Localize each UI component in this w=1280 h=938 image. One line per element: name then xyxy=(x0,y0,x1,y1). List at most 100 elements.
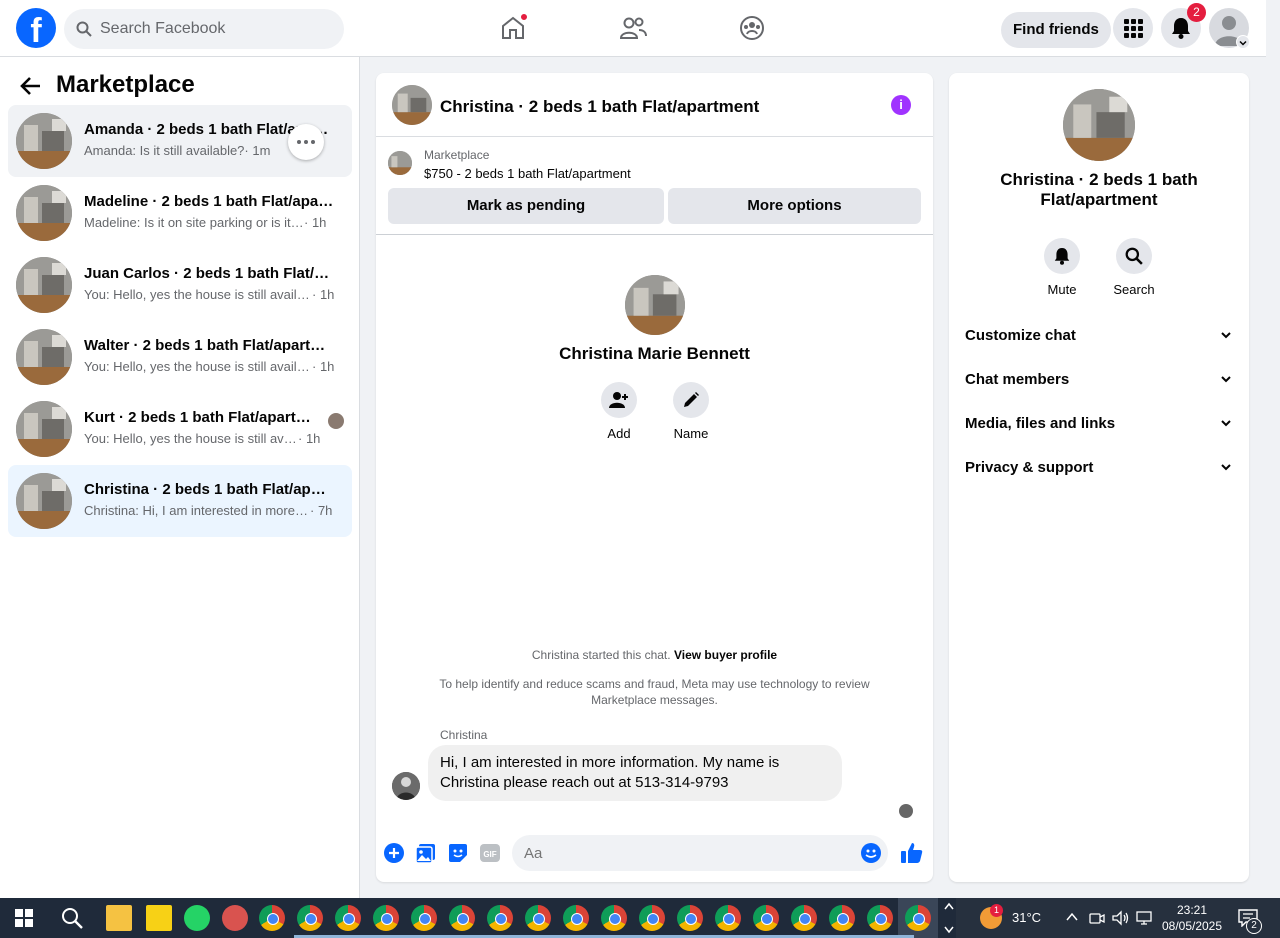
whatsapp-icon[interactable] xyxy=(184,905,210,931)
temperature[interactable]: 31°C xyxy=(1012,910,1041,925)
conversation-preview: Madeline: Is it on site parking or is it… xyxy=(84,215,327,230)
home-nav-button[interactable] xyxy=(497,12,529,44)
conversation-item[interactable]: Walter · 2 beds 1 bath Flat/apartment Yo… xyxy=(8,321,352,393)
taskbar-scroll-arrows-icon[interactable] xyxy=(943,901,955,935)
account-menu-chevron-icon[interactable] xyxy=(1236,35,1250,49)
chat-header-title[interactable]: Christina · 2 beds 1 bath Flat/apartment xyxy=(440,97,759,117)
conversation-item[interactable]: Kurt · 2 beds 1 bath Flat/apartment You:… xyxy=(8,393,352,465)
conversation-more-button[interactable] xyxy=(288,124,324,160)
svg-text:GIF: GIF xyxy=(483,850,496,859)
conversation-item[interactable]: Amanda · 2 beds 1 bath Flat/apartment Am… xyxy=(8,105,352,177)
gif-icon[interactable]: GIF xyxy=(479,842,501,864)
chrome-icon[interactable] xyxy=(335,905,361,931)
meet-now-icon[interactable] xyxy=(1089,910,1105,926)
listing-thumbnail xyxy=(16,185,72,241)
chrome-icon[interactable] xyxy=(373,905,399,931)
chrome-icon[interactable] xyxy=(867,905,893,931)
chevron-up-icon[interactable] xyxy=(1066,912,1078,922)
details-title: Christina · 2 beds 1 bath Flat/apartment xyxy=(1000,170,1198,209)
conversation-item-selected[interactable]: Christina · 2 beds 1 bath Flat/apartment… xyxy=(8,465,352,537)
chrome-icon[interactable] xyxy=(601,905,627,931)
taskbar-search-icon[interactable] xyxy=(60,906,84,930)
emoji-icon[interactable] xyxy=(861,843,881,863)
friends-nav-button[interactable] xyxy=(617,12,649,44)
listing-thumbnail[interactable] xyxy=(388,151,412,175)
media-files-links-section[interactable]: Media, files and links xyxy=(965,411,1233,435)
listing-title[interactable]: $750 - 2 beds 1 bath Flat/apartment xyxy=(424,166,631,181)
menu-button[interactable] xyxy=(1113,8,1153,48)
chat-members-section[interactable]: Chat members xyxy=(965,367,1233,391)
listing-source: Marketplace xyxy=(424,148,490,162)
add-people-button[interactable]: Add xyxy=(589,382,649,441)
message-composer: GIF xyxy=(376,832,933,882)
chrome-icon[interactable] xyxy=(715,905,741,931)
conversation-preview: You: Hello, yes the house is still avail… xyxy=(84,359,335,374)
chrome-icon[interactable] xyxy=(259,905,285,931)
page-scrollbar[interactable] xyxy=(1266,0,1280,898)
chrome-icon[interactable] xyxy=(753,905,779,931)
groups-nav-button[interactable] xyxy=(736,12,768,44)
search-facebook-box[interactable]: Search Facebook xyxy=(64,9,344,49)
volume-icon[interactable] xyxy=(1112,910,1130,926)
search-conversation-button[interactable]: Search xyxy=(1104,238,1164,297)
chrome-icon[interactable] xyxy=(639,905,665,931)
chrome-icon[interactable] xyxy=(487,905,513,931)
conversation-item[interactable]: Juan Carlos · 2 beds 1 bath Flat/apartme… xyxy=(8,249,352,321)
chat-panel: Christina · 2 beds 1 bath Flat/apartment… xyxy=(376,73,933,882)
network-icon[interactable] xyxy=(1136,910,1154,926)
message-sender-name: Christina xyxy=(440,728,488,742)
back-arrow-icon[interactable] xyxy=(20,75,42,97)
photo-icon[interactable] xyxy=(415,842,437,864)
sender-avatar[interactable] xyxy=(392,772,420,800)
chrome-icon[interactable] xyxy=(791,905,817,931)
buyer-name: Christina Marie Bennett xyxy=(559,344,750,363)
sticky-notes-icon[interactable] xyxy=(146,905,172,931)
plus-circle-icon[interactable] xyxy=(383,842,405,864)
taskbar-clock[interactable]: 23:21 08/05/2025 xyxy=(1160,902,1224,934)
info-icon[interactable]: i xyxy=(891,95,911,115)
more-options-button[interactable]: More options xyxy=(668,188,921,224)
facebook-logo[interactable]: f xyxy=(16,8,56,48)
search-icon xyxy=(1125,247,1143,265)
find-friends-button[interactable]: Find friends xyxy=(1001,12,1111,48)
customize-chat-section[interactable]: Customize chat xyxy=(965,323,1233,347)
conversation-title: Madeline · 2 beds 1 bath Flat/apartment xyxy=(84,193,334,210)
message-input[interactable] xyxy=(512,835,888,871)
sticker-icon[interactable] xyxy=(447,842,469,864)
buyer-avatar[interactable] xyxy=(625,275,685,335)
bell-icon xyxy=(1172,18,1190,39)
listing-thumbnail xyxy=(16,257,72,313)
panel-title: Marketplace xyxy=(56,71,195,98)
chrome-icon[interactable] xyxy=(411,905,437,931)
thumbs-up-icon[interactable] xyxy=(900,841,924,865)
search-placeholder: Search Facebook xyxy=(100,20,226,37)
chrome-icon[interactable] xyxy=(449,905,475,931)
edit-name-button[interactable]: Name xyxy=(661,382,721,441)
conversation-preview: You: Hello, yes the house is still avail… xyxy=(84,287,335,302)
mark-as-pending-button[interactable]: Mark as pending xyxy=(388,188,664,224)
top-navigation-bar: f Search Facebook Find friends 2 xyxy=(0,0,1266,57)
pencil-icon xyxy=(684,392,699,407)
conversation-title: Christina · 2 beds 1 bath Flat/apartment xyxy=(84,481,334,498)
grid-menu-icon xyxy=(1124,19,1143,38)
mute-button[interactable]: Mute xyxy=(1032,238,1092,297)
chrome-icon[interactable] xyxy=(677,905,703,931)
chat-header-thumbnail[interactable] xyxy=(392,85,432,125)
chrome-icon[interactable] xyxy=(563,905,589,931)
chevron-down-icon xyxy=(1221,464,1231,471)
bell-icon xyxy=(1054,248,1070,265)
conversation-item[interactable]: Madeline · 2 beds 1 bath Flat/apartment … xyxy=(8,177,352,249)
chrome-icon[interactable] xyxy=(829,905,855,931)
paint-icon[interactable] xyxy=(222,905,248,931)
chrome-icon[interactable] xyxy=(297,905,323,931)
conversation-time: · 1h xyxy=(304,215,327,230)
chrome-icon-active[interactable] xyxy=(905,905,931,931)
file-explorer-icon[interactable] xyxy=(106,905,132,931)
windows-start-icon[interactable] xyxy=(15,909,33,927)
chrome-icon[interactable] xyxy=(525,905,551,931)
message-bubble[interactable]: Hi, I am interested in more information.… xyxy=(428,745,842,801)
privacy-support-section[interactable]: Privacy & support xyxy=(965,455,1233,479)
listing-thumbnail xyxy=(16,329,72,385)
listing-avatar-large[interactable] xyxy=(1063,89,1135,161)
view-buyer-profile-link[interactable]: View buyer profile xyxy=(674,648,777,662)
